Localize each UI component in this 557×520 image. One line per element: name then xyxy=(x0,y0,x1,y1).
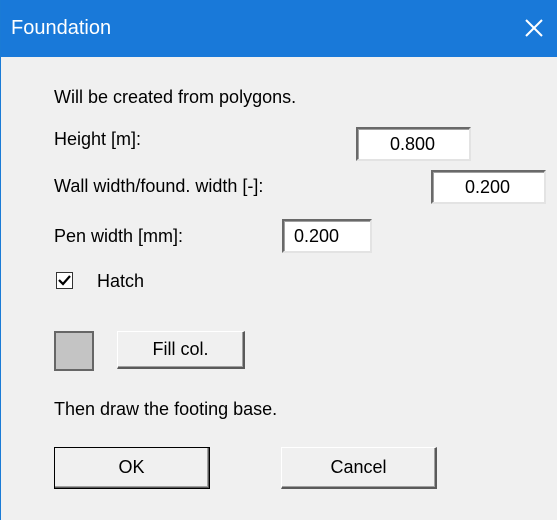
wall-width-label: Wall width/found. width [-]: xyxy=(54,176,264,196)
hatch-checkbox[interactable] xyxy=(56,272,73,289)
height-value: 0.800 xyxy=(389,134,435,154)
title-bar: Foundation xyxy=(1,0,557,57)
wall-width-value: 0.200 xyxy=(464,177,510,197)
wall-width-input[interactable]: 0.200 xyxy=(431,170,546,204)
fill-color-button[interactable]: Fill col. xyxy=(117,331,245,369)
checkmark-icon xyxy=(58,275,71,286)
height-label: Height [m]: xyxy=(54,129,142,149)
cancel-button[interactable]: Cancel xyxy=(281,447,437,489)
window-title: Foundation xyxy=(11,17,112,39)
pen-width-input[interactable]: 0.200 xyxy=(282,219,372,253)
ok-button[interactable]: OK xyxy=(54,447,210,489)
intro-text: Will be created from polygons. xyxy=(54,87,297,107)
height-input[interactable]: 0.800 xyxy=(356,127,471,161)
foundation-dialog: Foundation Will be created from polygons… xyxy=(0,0,557,520)
pen-width-value: 0.200 xyxy=(294,226,340,246)
hatch-label: Hatch xyxy=(97,271,145,291)
close-button[interactable] xyxy=(516,10,552,46)
pen-width-label: Pen width [mm]: xyxy=(54,226,184,246)
instruction-text: Then draw the footing base. xyxy=(54,399,278,419)
fill-color-swatch xyxy=(54,331,94,371)
close-icon xyxy=(525,19,543,37)
